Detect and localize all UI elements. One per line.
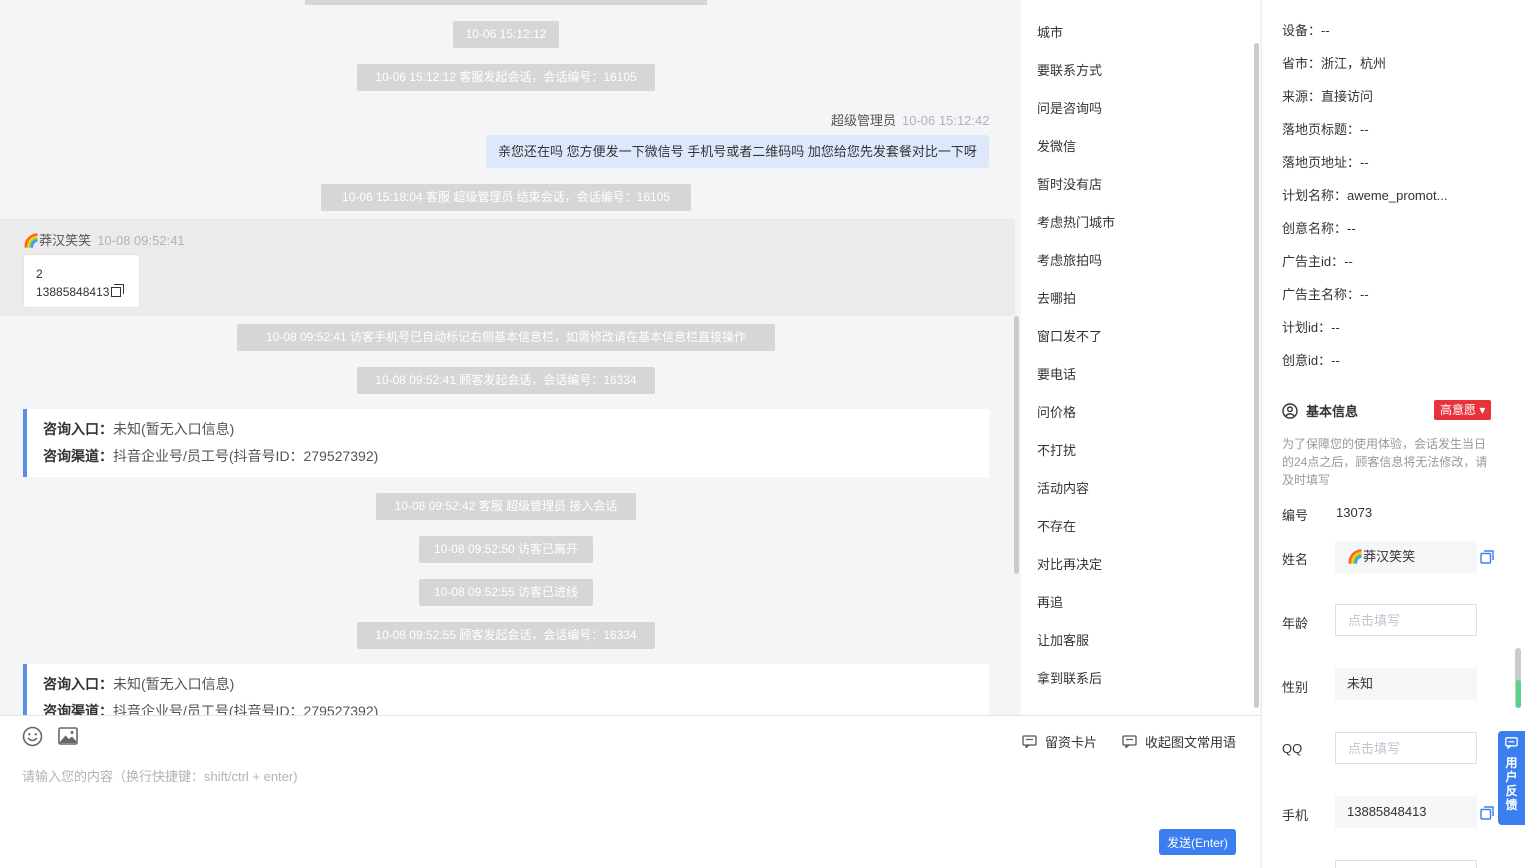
- event-pill: 10-08 09:52:55 顾客发起会话，会话编号：16334: [357, 622, 655, 649]
- consult-info-box: 咨询入口：未知(暂无入口信息) 咨询渠道：抖音企业号/员工号(抖音号ID：279…: [23, 409, 989, 477]
- phrase-scrollbar[interactable]: [1254, 43, 1259, 708]
- consult-info-box: 咨询入口：未知(暂无入口信息) 咨询渠道：抖音企业号/员工号(抖音号ID：279…: [23, 664, 989, 715]
- collapse-phrases-button[interactable]: 收起图文常用语: [1122, 732, 1236, 751]
- phrase-item[interactable]: 暂时没有店: [1037, 174, 1102, 193]
- info-creative-name: 创意名称：--: [1282, 221, 1356, 236]
- chat-bubble-icon: [1505, 737, 1518, 750]
- info-landing-url: 落地页地址：--: [1282, 155, 1369, 170]
- event-pill: 10-08 09:52:41 访客手机号已自动标记右侧基本信息栏，如需修改请在基…: [237, 324, 775, 351]
- lead-card-button[interactable]: 留资卡片: [1022, 732, 1097, 751]
- chat-history[interactable]: 10-06 15:12:12 10-06 15:12:12 客服发起会话，会话编…: [0, 0, 1020, 715]
- phrase-item[interactable]: 拿到联系后: [1037, 668, 1102, 687]
- phrase-item[interactable]: 不打扰: [1037, 440, 1076, 459]
- consult-entry: 咨询入口：未知(暂无入口信息): [43, 421, 235, 437]
- chat-workspace: 10-06 15:12:12 10-06 15:12:12 客服发起会话，会话编…: [0, 0, 1525, 868]
- phrase-item[interactable]: 对比再决定: [1037, 554, 1102, 573]
- phrase-item[interactable]: 去哪拍: [1037, 288, 1076, 307]
- qq-label: QQ: [1282, 741, 1303, 756]
- consult-entry: 咨询入口：未知(暂无入口信息): [43, 676, 235, 692]
- consult-channel: 咨询渠道：抖音企业号/员工号(抖音号ID：279527392): [43, 448, 379, 464]
- visitor-name: 🌈莽汉笑笑: [23, 233, 92, 248]
- visitor-msg-line: 2: [36, 267, 43, 281]
- visitor-sender: 🌈莽汉笑笑 10-08 09:52:41: [23, 230, 185, 249]
- phrase-item[interactable]: 活动内容: [1037, 478, 1089, 497]
- panel-scroll-indicator: [1516, 680, 1521, 708]
- phrase-item[interactable]: 要联系方式: [1037, 60, 1102, 79]
- gender-select[interactable]: 未知: [1335, 668, 1477, 700]
- customer-info-panel: 设备：-- 省市：浙江，杭州 来源：直接访问 落地页标题：-- 落地页地址：--…: [1261, 0, 1525, 868]
- event-pill-cut: [305, 0, 707, 5]
- event-pill: 10-08 09:52:50 访客已离开: [419, 536, 593, 563]
- phrase-item[interactable]: 问是咨询吗: [1037, 98, 1102, 117]
- user-circle-icon: [1282, 402, 1298, 419]
- message-input[interactable]: 请输入您的内容（换行快捷键：shift/ctrl + enter): [22, 766, 298, 785]
- phrase-item[interactable]: 发微信: [1037, 136, 1076, 155]
- info-creative-id: 创意id：--: [1282, 353, 1340, 368]
- intent-tag-dropdown[interactable]: 高意愿 ▾: [1434, 400, 1492, 420]
- edit-tip: 为了保障您的使用体验，会话发生当日的24点之后，顾客信息将无法修改，请及时填写: [1282, 437, 1488, 487]
- chat-scrollbar[interactable]: [1014, 316, 1019, 574]
- info-source: 来源：直接访问: [1282, 89, 1374, 104]
- copy-icon[interactable]: [1480, 550, 1494, 564]
- qq-input[interactable]: 点击填写: [1335, 732, 1477, 764]
- info-landing-title: 落地页标题：--: [1282, 122, 1369, 137]
- phrase-item[interactable]: 考虑热门城市: [1037, 212, 1115, 231]
- message-icon: [1022, 735, 1037, 748]
- visitor-msg-phone: 13885848413: [36, 283, 139, 301]
- emoji-icon[interactable]: [22, 726, 43, 747]
- age-input[interactable]: 点击填写: [1335, 604, 1477, 636]
- basic-info-label: 基本信息: [1306, 404, 1359, 419]
- event-pill: 10-06 15:18:04 客服 超级管理员 结束会话，会话编号：16105: [321, 184, 691, 211]
- quick-phrase-list: 城市 要联系方式 问是咨询吗 发微信 暂时没有店 考虑热门城市 考虑旅拍吗 去哪…: [1021, 0, 1260, 715]
- event-pill: 10-06 15:12:12: [453, 21, 559, 48]
- user-feedback-button[interactable]: 用户反馈: [1498, 731, 1525, 825]
- info-device: 设备：--: [1282, 23, 1330, 38]
- phrase-item[interactable]: 让加客服: [1037, 630, 1089, 649]
- next-field-input[interactable]: [1335, 860, 1477, 868]
- info-advertiser-id: 广告主id：--: [1282, 254, 1353, 269]
- copy-icon[interactable]: [111, 284, 125, 297]
- info-advertiser-name: 广告主名称：--: [1282, 287, 1369, 302]
- event-pill: 10-08 09:52:41 顾客发起会话，会话编号：16334: [357, 367, 655, 394]
- id-label: 编号: [1282, 508, 1309, 523]
- agent-sender: 超级管理员 10-06 15:12:42: [831, 110, 989, 129]
- phone-field[interactable]: 13885848413: [1335, 796, 1477, 828]
- id-value: 13073: [1336, 505, 1373, 520]
- info-plan-name: 计划名称：aweme_promot...: [1282, 188, 1448, 203]
- visitor-message-card: 2 13885848413: [23, 254, 140, 308]
- agent-name: 超级管理员: [831, 113, 897, 128]
- visitor-time: 10-08 09:52:41: [97, 233, 185, 248]
- user-feedback-label: 用户反馈: [1505, 756, 1518, 812]
- visitor-phone-text: 13885848413: [36, 285, 110, 299]
- phrase-item[interactable]: 再追: [1037, 592, 1063, 611]
- phone-label: 手机: [1282, 808, 1309, 823]
- info-plan-id: 计划id：--: [1282, 320, 1340, 335]
- info-region: 省市：浙江，杭州: [1282, 56, 1387, 71]
- phrase-item[interactable]: 要电话: [1037, 364, 1076, 383]
- event-pill: 10-08 09:52:55 访客已进线: [419, 579, 593, 606]
- name-field[interactable]: 🌈莽汉笑笑: [1335, 541, 1477, 573]
- basic-info-title: 基本信息: [1282, 401, 1358, 420]
- phrase-item[interactable]: 窗口发不了: [1037, 326, 1102, 345]
- collapse-phrases-label: 收起图文常用语: [1145, 735, 1237, 750]
- phrase-item[interactable]: 不存在: [1037, 516, 1076, 535]
- consult-channel: 咨询渠道：抖音企业号/员工号(抖音号ID：279527392): [43, 703, 379, 715]
- phrase-item[interactable]: 考虑旅拍吗: [1037, 250, 1102, 269]
- lead-card-label: 留资卡片: [1045, 735, 1098, 750]
- copy-icon[interactable]: [1480, 806, 1494, 820]
- agent-time: 10-06 15:12:42: [902, 113, 990, 128]
- message-icon: [1122, 735, 1137, 748]
- name-label: 姓名: [1282, 552, 1309, 567]
- image-icon[interactable]: [58, 727, 78, 745]
- gender-label: 性别: [1282, 680, 1309, 695]
- event-pill: 10-08 09:52:42 客服 超级管理员 接入会话: [376, 493, 636, 520]
- agent-message-bubble: 亲您还在吗 您方便发一下微信号 手机号或者二维码吗 加您给您先发套餐对比一下呀: [486, 135, 989, 168]
- send-button[interactable]: 发送(Enter): [1159, 829, 1236, 855]
- phrase-item[interactable]: 问价格: [1037, 402, 1076, 421]
- event-pill: 10-06 15:12:12 客服发起会话，会话编号：16105: [357, 64, 655, 91]
- phrase-item[interactable]: 城市: [1037, 22, 1063, 41]
- message-composer: 留资卡片 收起图文常用语 请输入您的内容（换行快捷键：shift/ctrl + …: [0, 715, 1260, 868]
- age-label: 年龄: [1282, 616, 1309, 631]
